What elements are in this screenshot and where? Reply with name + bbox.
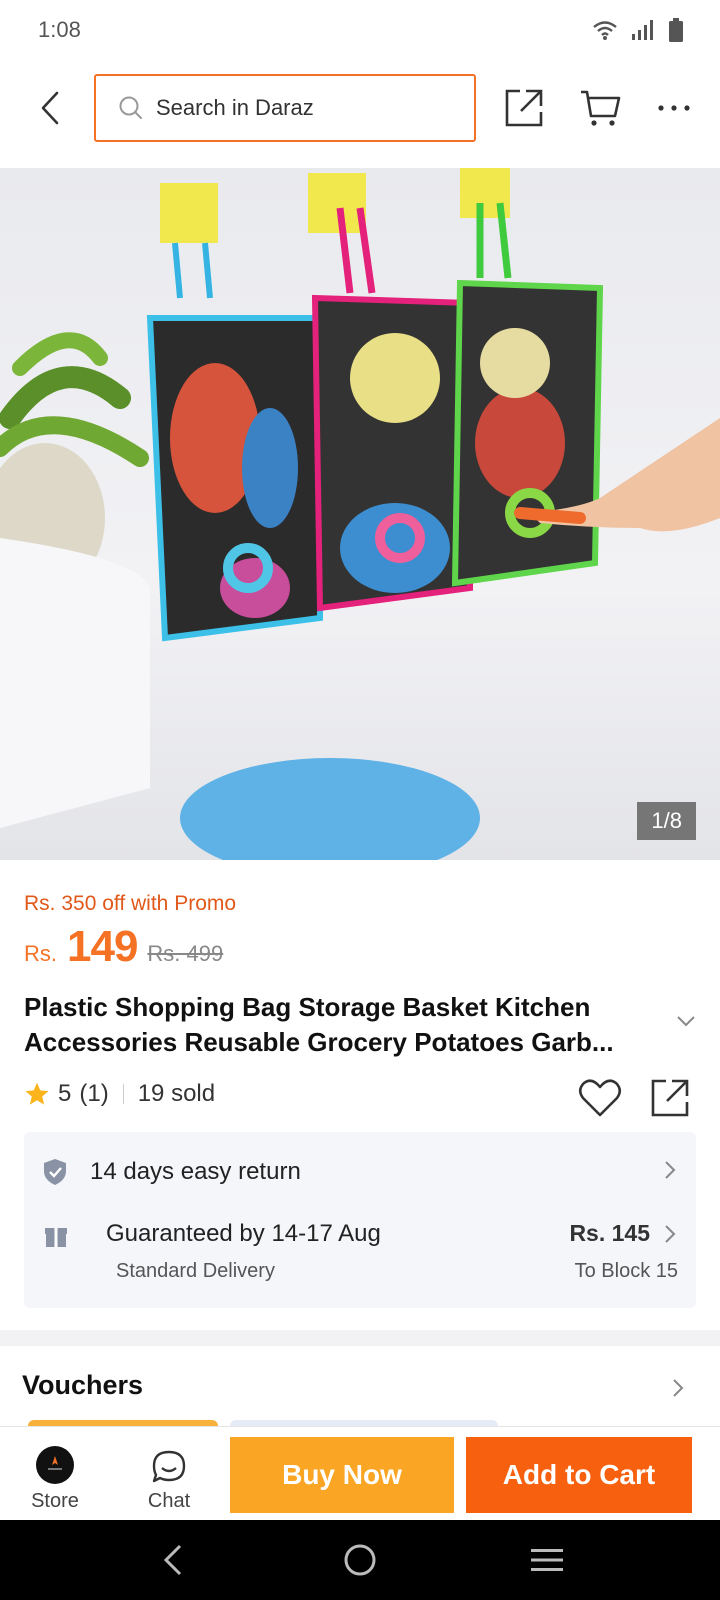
chevron-right-icon bbox=[665, 1225, 676, 1243]
promo-text[interactable]: Rs. 350 off with Promo bbox=[24, 892, 236, 916]
signal-icon bbox=[632, 20, 653, 40]
back-arrow-icon bbox=[41, 91, 59, 125]
buy-now-button[interactable]: Buy Now bbox=[230, 1437, 454, 1513]
sold-count: 19 sold bbox=[137, 1080, 216, 1107]
share-icon bbox=[505, 89, 543, 127]
return-policy-row[interactable]: 14 days easy return bbox=[42, 1146, 682, 1198]
chevron-down-icon[interactable] bbox=[676, 1015, 696, 1027]
share-icon bbox=[651, 1079, 689, 1117]
return-policy-text: 14 days easy return bbox=[90, 1158, 301, 1185]
shipping-method: Standard Delivery bbox=[116, 1260, 275, 1282]
rating-value: 5 bbox=[58, 1080, 72, 1107]
image-counter: 1/8 bbox=[637, 802, 696, 840]
battery-icon bbox=[669, 18, 683, 42]
gift-icon bbox=[45, 1228, 67, 1247]
heart-icon bbox=[578, 1079, 622, 1117]
store-button[interactable]: Store bbox=[10, 1437, 100, 1513]
star-icon bbox=[25, 1082, 49, 1105]
wishlist-button[interactable] bbox=[578, 1078, 622, 1122]
shipping-row[interactable]: Guaranteed by 14-17 Aug Standard Deliver… bbox=[42, 1220, 682, 1290]
add-to-cart-button[interactable]: Add to Cart bbox=[466, 1437, 692, 1513]
chat-button[interactable]: Chat bbox=[124, 1437, 214, 1513]
section-divider bbox=[0, 1330, 720, 1346]
product-image-gallery[interactable]: 1/8 bbox=[0, 168, 720, 860]
price-row: Rs. 149 Rs. 499 bbox=[24, 922, 223, 972]
system-menu-button[interactable] bbox=[517, 1530, 577, 1590]
system-home-button[interactable] bbox=[330, 1530, 390, 1590]
more-button[interactable] bbox=[650, 84, 698, 132]
shield-check-icon bbox=[44, 1159, 66, 1185]
store-avatar bbox=[36, 1446, 74, 1484]
chevron-right-icon[interactable] bbox=[672, 1378, 684, 1398]
search-icon bbox=[119, 96, 142, 119]
status-bar: 1:08 bbox=[0, 0, 720, 60]
wifi-icon bbox=[593, 21, 617, 40]
bottom-action-bar: Store Chat Buy Now Add to Cart bbox=[0, 1426, 720, 1520]
nav-home-icon bbox=[344, 1544, 376, 1576]
system-back-button[interactable] bbox=[143, 1530, 203, 1590]
divider bbox=[122, 1084, 124, 1104]
product-photo bbox=[0, 168, 720, 860]
store-logo-icon bbox=[48, 1456, 62, 1470]
shipping-fee: Rs. 145 bbox=[569, 1220, 650, 1246]
search-placeholder: Search in Daraz bbox=[156, 95, 314, 120]
share-button[interactable] bbox=[500, 84, 548, 132]
shipping-destination: To Block 15 bbox=[574, 1260, 678, 1282]
current-price: 149 bbox=[67, 922, 138, 971]
system-navigation-bar bbox=[0, 1520, 720, 1600]
rating-count: (1) bbox=[79, 1080, 109, 1107]
original-price: Rs. 499 bbox=[147, 941, 224, 966]
back-button[interactable] bbox=[30, 84, 70, 132]
product-title[interactable]: Plastic Shopping Bag Storage Basket Kitc… bbox=[24, 990, 664, 1060]
top-header: Search in Daraz bbox=[0, 70, 720, 146]
status-icons bbox=[592, 18, 684, 42]
status-time: 1:08 bbox=[38, 17, 81, 42]
nav-back-icon bbox=[164, 1544, 182, 1576]
shipping-guarantee: Guaranteed by 14-17 Aug bbox=[106, 1220, 381, 1247]
cart-button[interactable] bbox=[576, 84, 624, 132]
product-share-button[interactable] bbox=[650, 1078, 694, 1122]
rating-row[interactable]: 5 (1) 19 sold bbox=[24, 1080, 215, 1108]
chevron-right-icon bbox=[665, 1161, 676, 1179]
search-input[interactable]: Search in Daraz bbox=[94, 74, 476, 142]
store-label: Store bbox=[31, 1490, 79, 1512]
service-info-card: 14 days easy return Guaranteed by 14-17 … bbox=[24, 1132, 696, 1308]
chat-icon bbox=[152, 1450, 186, 1483]
more-icon bbox=[658, 105, 690, 111]
cart-icon bbox=[581, 90, 621, 126]
nav-menu-icon bbox=[530, 1549, 563, 1571]
vouchers-heading[interactable]: Vouchers bbox=[22, 1370, 143, 1401]
price-currency: Rs. bbox=[24, 941, 57, 966]
chat-label: Chat bbox=[147, 1490, 191, 1512]
